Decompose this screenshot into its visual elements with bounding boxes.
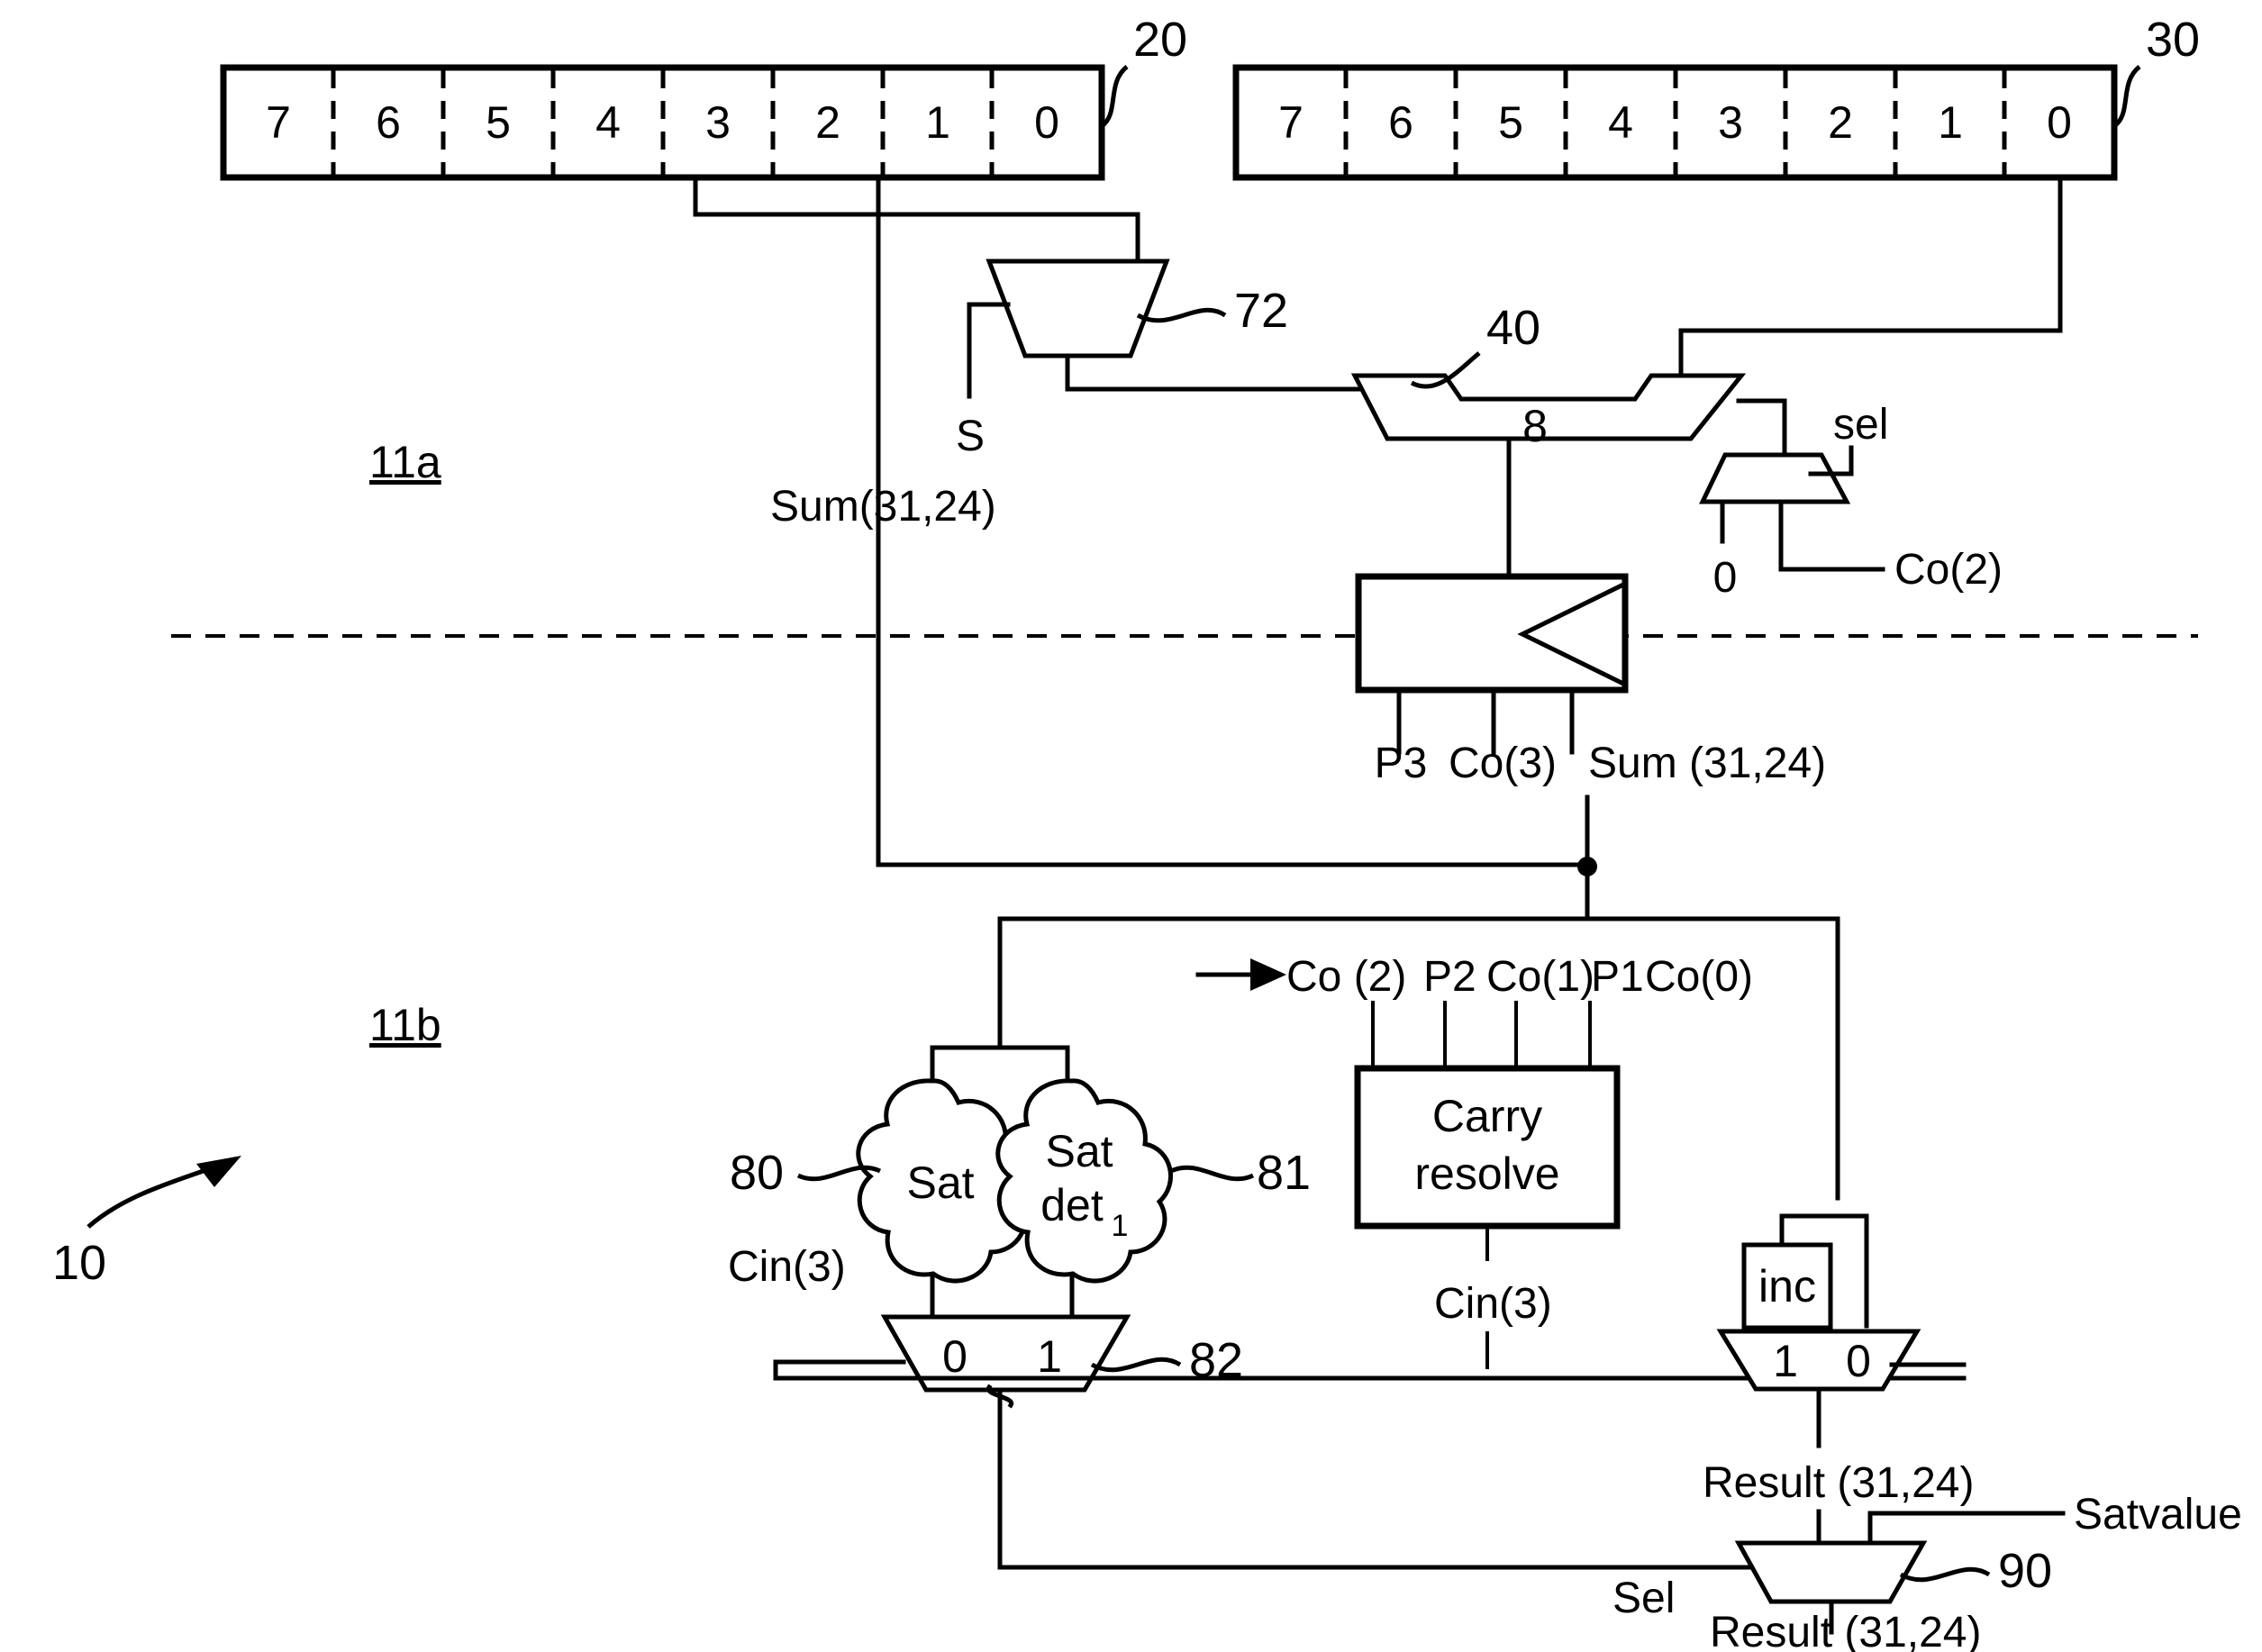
- mux-82-select-label: Cin(3): [728, 1243, 846, 1291]
- mux-90-ref: 90: [1998, 1544, 2052, 1598]
- register-30-cell: 6: [1388, 97, 1413, 148]
- mux-40[interactable]: 8 40: [1350, 301, 1747, 451]
- adder-block: P3 Co(3) Sum (31,24): [1355, 573, 1826, 787]
- mux-90-satvalue-wire: [1867, 1511, 2066, 1546]
- section-label-11b: 11b: [369, 1000, 441, 1050]
- mux-sel[interactable]: sel 0 Co(2): [1699, 401, 2003, 602]
- wire-mux40-to-selmux: [1736, 398, 1787, 458]
- mux-72[interactable]: S 72: [956, 259, 1288, 460]
- adder-block-box: [1355, 573, 1629, 694]
- mux-inc-bit-right: 0: [1846, 1336, 1871, 1386]
- wire-mux72-out-to-mux40: [1065, 353, 1382, 392]
- wire-reg30-to-mux40: [1678, 175, 2063, 378]
- inc-mux-group: inc: [1741, 1213, 1869, 1334]
- inc-block-label: inc: [1758, 1261, 1816, 1312]
- wire-sum-to-inc-mux: [1585, 864, 1840, 1201]
- mux-82-bit-left: 0: [942, 1331, 967, 1382]
- sat-block-ref: 80: [730, 1146, 784, 1200]
- result-mid-label: Result (31,24): [1703, 1459, 1974, 1507]
- carry-input-arrowhead: [1250, 958, 1286, 991]
- adder-output-label: Sum (31,24): [1588, 740, 1826, 787]
- register-20-cell: 4: [595, 97, 621, 148]
- register-30: 7 6 5 4 3 2 1 0 30: [1232, 13, 2200, 181]
- register-30-ref: 30: [2146, 13, 2200, 67]
- mux-sel-output-wire: [1778, 499, 1885, 572]
- register-20-cell: 0: [1034, 97, 1059, 148]
- mux-90-select-label: Sel: [1612, 1575, 1675, 1622]
- mux-40-width-label: 8: [1522, 401, 1548, 451]
- register-30-cell: 2: [1828, 97, 1853, 148]
- carry-resolve-cin3-label: Cin(3): [1434, 1280, 1552, 1328]
- carry-input-label-co0: Co(0): [1645, 953, 1753, 1001]
- section-label-11a: 11a: [369, 437, 441, 487]
- register-20-cell: 2: [815, 97, 840, 148]
- mux-sel-zero-label: 0: [1713, 554, 1738, 602]
- mux-inc-shape[interactable]: [1716, 1329, 1921, 1392]
- mux-72-leader: [1136, 307, 1227, 323]
- register-20-ref: 20: [1133, 13, 1187, 67]
- mux-72-select-label: S: [956, 413, 985, 460]
- figure-ref-10-label: 10: [52, 1236, 106, 1290]
- mux-72-shape[interactable]: [986, 259, 1170, 359]
- satdet-block-label-line1: Sat: [1045, 1126, 1113, 1176]
- register-20-cell: 7: [266, 97, 291, 148]
- satdet-block-leader: [1169, 1165, 1255, 1182]
- register-30-leader: [2112, 65, 2141, 129]
- satdet-block-subscript: 1: [1112, 1209, 1129, 1243]
- adder-output-label: Co(3): [1449, 740, 1557, 787]
- carry-resolve-label-line2: resolve: [1414, 1148, 1559, 1199]
- register-30-cell: 0: [2047, 97, 2072, 148]
- satdet-block-label-line2: det: [1040, 1180, 1104, 1230]
- register-20-cell: 1: [925, 97, 950, 148]
- register-30-cell: 3: [1718, 97, 1743, 148]
- mux-40-ref: 40: [1486, 301, 1540, 355]
- mux-90-satvalue-label: Satvalue: [2074, 1491, 2242, 1539]
- register-30-cell: 1: [1938, 97, 1963, 148]
- carry-input-label-p1: P1: [1591, 953, 1644, 1001]
- carry-resolve-label-line1: Carry: [1432, 1091, 1542, 1141]
- wire-mux82-out-to-mux90: [997, 1387, 1804, 1570]
- carry-input-annotations: Co (2) P2 Co(1) P1 Co(0): [1195, 953, 1753, 1070]
- mux-inc-bit-left: 1: [1773, 1336, 1798, 1386]
- figure-ref-10: 10: [52, 1156, 241, 1290]
- register-30-cell: 5: [1498, 97, 1523, 148]
- figure-ref-10-arrowhead: [196, 1156, 241, 1187]
- register-30-cell: 7: [1278, 97, 1304, 148]
- block-diagram-svg: 7 6 5 4 3 2 1 0 20 7 6 5 4 3 2 1 0 30 S …: [52, 13, 2242, 1652]
- register-30-cell: 4: [1608, 97, 1633, 148]
- mux-82-leader: [1090, 1357, 1182, 1373]
- register-20-cell: 5: [486, 97, 511, 148]
- figure-canvas: 7 6 5 4 3 2 1 0 20 7 6 5 4 3 2 1 0 30 S …: [0, 0, 2262, 1652]
- carry-input-label-co1: Co(1): [1486, 953, 1594, 1001]
- mux-90-shape[interactable]: [1734, 1540, 1928, 1604]
- mux-sel-shape[interactable]: [1699, 452, 1851, 504]
- mux-72-ref: 72: [1234, 284, 1288, 338]
- wire-reg20-to-mux72-right: [693, 175, 1140, 264]
- mux-90-leader: [1899, 1566, 1991, 1583]
- carry-resolve-block: Carry resolve: [1354, 1065, 1621, 1230]
- result-final-label: Result (31,24): [1710, 1609, 1981, 1652]
- figure-ref-10-arrow-shaft: [86, 1161, 224, 1229]
- carry-input-label-co2: Co (2): [1286, 953, 1406, 1001]
- register-20: 7 6 5 4 3 2 1 0 20: [220, 13, 1187, 181]
- mux-90[interactable]: Satvalue Sel 90: [1612, 1491, 2242, 1622]
- mux-82-bit-right: 1: [1037, 1331, 1062, 1382]
- register-20-cell: 3: [705, 97, 731, 148]
- sum-left-label: Sum(31,24): [770, 483, 996, 531]
- sat-block-label: Sat: [906, 1157, 974, 1208]
- mux-sel-output-label: Co(2): [1894, 546, 2003, 594]
- adder-output-label: P3: [1375, 740, 1428, 787]
- satdet-block-ref: 81: [1257, 1146, 1311, 1200]
- register-20-cell: 6: [376, 97, 401, 148]
- register-20-leader: [1100, 65, 1129, 129]
- mux-sel-select-label: sel: [1833, 401, 1888, 449]
- carry-input-label-p2: P2: [1423, 953, 1476, 1001]
